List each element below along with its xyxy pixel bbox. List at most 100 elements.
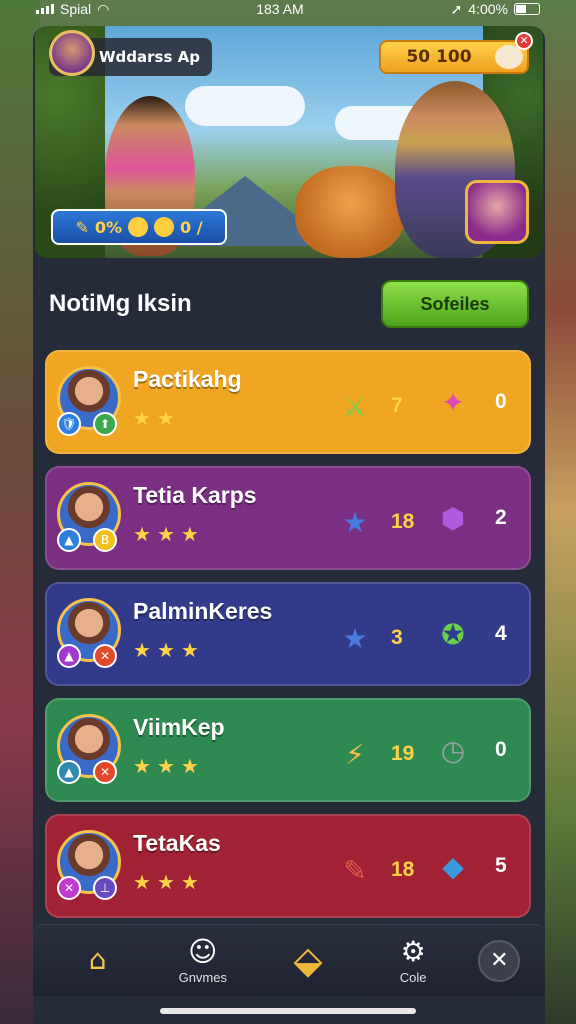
class-badge-icon: ▲ (57, 528, 81, 552)
cat-character (295, 166, 405, 258)
section-header: NotiMg Iksin Sofeiles (49, 278, 529, 330)
stat-a: ★ 3 (337, 620, 403, 656)
stat-b: ⬢ 2 (435, 500, 507, 536)
profile-avatar[interactable] (49, 30, 95, 76)
battery-percent: 4:00% (468, 1, 508, 17)
player-name: TetaKas (133, 830, 221, 856)
stat-a-value: 18 (391, 510, 415, 533)
star-icon: ★ (156, 638, 175, 662)
stat-a: ✎ 18 (337, 852, 414, 888)
star-icon: ★ (180, 870, 199, 894)
star-icon: ★ (342, 505, 368, 539)
nav-home[interactable]: ⌂ (58, 942, 138, 978)
location-icon: ➚ (450, 0, 463, 17)
clock: 183 AM (256, 1, 304, 17)
stat-b-value: 5 (495, 854, 507, 877)
star-icon: ★ (133, 754, 151, 778)
profile-name: Wddarss Ap (99, 48, 200, 66)
nav-treasure[interactable]: ⬙ (268, 937, 348, 982)
close-icon[interactable]: ✕ (515, 32, 533, 50)
stat-a-value: 3 (391, 626, 403, 649)
player-card[interactable]: 🛡 ⬆ Pactikahg ★ ★ ⚔ 7 ✦ 0 (45, 350, 531, 454)
star-icon: ★ (133, 638, 151, 662)
star-icon: ★ (180, 638, 199, 662)
coin-counter[interactable]: 50 100 (379, 40, 529, 74)
stat-a: ⚡ 19 (337, 736, 414, 772)
close-icon: ✕ (490, 948, 509, 973)
pencil-icon: ✎ (75, 217, 89, 237)
stat-a: ⚔ 7 (337, 388, 403, 424)
star-icon: ★ (156, 754, 175, 778)
player-list: 🛡 ⬆ Pactikahg ★ ★ ⚔ 7 ✦ 0 ▲ B Tetia Karps… (45, 350, 531, 930)
star-icon: ★ (180, 522, 199, 546)
stat-a-value: 19 (391, 742, 415, 765)
star-rating: ★ ★ ★ (133, 872, 199, 892)
stat-percent: 0% (94, 217, 123, 237)
lightning-icon: ⚡ (345, 737, 365, 771)
star-icon: ★ (180, 754, 199, 778)
action-button[interactable]: Sofeiles (381, 280, 529, 328)
hero-portrait[interactable] (465, 180, 529, 244)
gear-icon: ⚙ (400, 935, 426, 968)
section-title: NotiMg Iksin (49, 290, 192, 317)
star-rating: ★ ★ (133, 408, 175, 428)
stat-b: ✦ 0 (435, 384, 507, 420)
close-button[interactable]: ✕ (478, 939, 521, 982)
bottom-nav: ⌂ ☺ Gnvmes ⬙ ⚙ Cole ✕ (33, 924, 545, 996)
rank-badge-icon: B (93, 528, 117, 552)
smile-icon (128, 217, 149, 237)
stat-b-value: 2 (495, 506, 507, 529)
player-card[interactable]: ▲ ✕ ViimKep ★ ★ ★ ⚡ 19 ◷ 0 (45, 698, 531, 802)
star-icon: ★ (133, 522, 151, 546)
app-panel: Wddarss Ap 50 100 ✕ ✎ 0% 0 / NotiMg Iksi… (33, 26, 545, 1024)
clock-icon: ◷ (440, 733, 466, 767)
home-icon: ⌂ (88, 942, 107, 976)
rank-badge-icon: ⬆ (93, 412, 117, 436)
rank-badge-icon: ⊥ (93, 876, 117, 900)
treasure-icon: ⬙ (293, 937, 323, 982)
stat-a-value: 7 (391, 394, 403, 417)
coin-value: 50 100 (406, 47, 472, 67)
rank-badge-icon: ✕ (93, 760, 117, 784)
compass-icon: ✪ (441, 617, 465, 651)
sword-icon: ⚔ (342, 389, 368, 423)
player-name: Pactikahg (133, 366, 242, 392)
nav-games-label: Gnvmes (178, 970, 227, 985)
star-icon: ★ (156, 522, 175, 546)
star-rating: ★ ★ ★ (133, 524, 199, 544)
home-indicator[interactable] (160, 1008, 416, 1014)
smile-icon (154, 217, 175, 237)
player-name: Tetia Karps (133, 482, 257, 508)
crystal-icon: ◆ (442, 849, 464, 883)
nav-settings[interactable]: ⚙ Cole (373, 935, 453, 986)
player-card[interactable]: ▲ B Tetia Karps ★ ★ ★ ★ 18 ⬢ 2 (45, 466, 531, 570)
gem-icon: ⬢ (440, 501, 466, 535)
stat-pill[interactable]: ✎ 0% 0 / (51, 209, 227, 245)
star-rating: ★ ★ ★ (133, 640, 199, 660)
star-icon: ★ (342, 621, 368, 655)
nav-settings-label: Cole (399, 970, 427, 985)
stat-a: ★ 18 (337, 504, 414, 540)
battery-icon (514, 3, 540, 15)
nav-games[interactable]: ☺ Gnvmes (163, 935, 243, 986)
player-card[interactable]: ✕ ⊥ TetaKas ★ ★ ★ ✎ 18 ◆ 5 (45, 814, 531, 918)
stat-b: ◆ 5 (435, 848, 507, 884)
player-name: ViimKep (133, 714, 225, 740)
star-rating: ★ ★ ★ (133, 756, 199, 776)
stat-b-value: 0 (495, 390, 507, 413)
class-badge-icon: ▲ (57, 760, 81, 784)
stat-b: ◷ 0 (435, 732, 507, 768)
brush-icon: ✎ (343, 853, 367, 887)
stat-b: ✪ 4 (435, 616, 506, 652)
stat-b-value: 0 (495, 738, 507, 761)
profile-icon: ☺ (188, 935, 218, 968)
class-badge-icon: ▲ (57, 644, 81, 668)
wifi-icon: ◠ (97, 0, 110, 17)
class-badge-icon: 🛡 (57, 412, 81, 436)
ninja-icon: ✦ (441, 385, 465, 419)
status-bar: Spial ◠ 183 AM ➚ 4:00% (0, 0, 576, 18)
player-card[interactable]: ▲ ✕ PalminKeres ★ ★ ★ ★ 3 ✪ 4 (45, 582, 531, 686)
class-badge-icon: ✕ (57, 876, 81, 900)
star-icon: ★ (133, 406, 151, 430)
rank-badge-icon: ✕ (93, 644, 117, 668)
